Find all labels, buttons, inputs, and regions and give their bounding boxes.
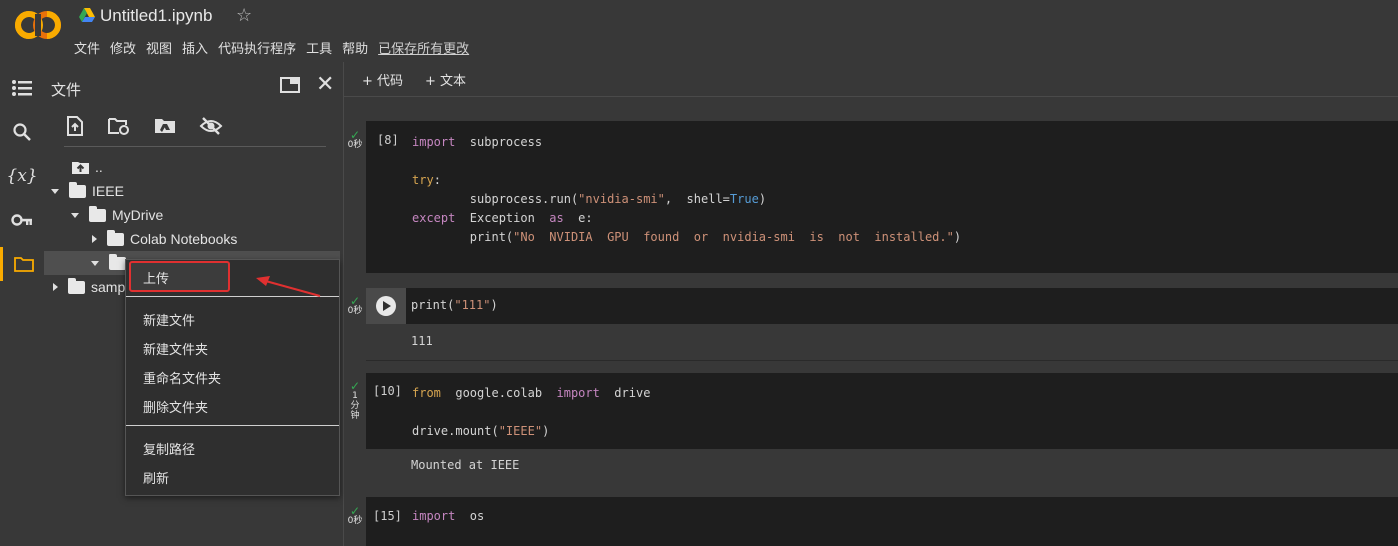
search-button[interactable] <box>0 115 44 149</box>
cell-output <box>366 324 1398 361</box>
colab-logo[interactable] <box>14 8 62 42</box>
menu-file[interactable]: 文件 <box>74 38 100 57</box>
output-text: 111 <box>411 334 433 348</box>
google-drive-icon <box>79 8 95 22</box>
folder-icon <box>89 205 106 222</box>
tree-label: samp <box>91 279 126 295</box>
folder-icon <box>69 181 86 198</box>
hide-files-icon[interactable] <box>199 116 223 136</box>
check-icon: ✓ <box>349 294 361 308</box>
expand-arrow-icon[interactable] <box>91 260 99 266</box>
close-icon[interactable]: ✕ <box>316 72 334 97</box>
cell-status: ✓ 0秒 <box>346 504 364 526</box>
files-button[interactable] <box>0 247 44 281</box>
run-cell-button[interactable] <box>366 288 406 324</box>
folder-icon <box>68 277 85 294</box>
menu-help[interactable]: 帮助 <box>342 38 368 57</box>
cell-prompt: [8] <box>377 133 399 147</box>
check-icon: ✓ <box>349 379 361 393</box>
cell-prompt: [15] <box>373 509 402 523</box>
folder-icon <box>109 253 126 270</box>
menu-item-rename-folder[interactable]: 重命名文件夹 <box>143 368 221 387</box>
toolbar-divider <box>344 96 1398 97</box>
upload-folder-icon <box>72 162 89 174</box>
tree-label: .. <box>95 159 103 175</box>
annotation-arrow <box>256 276 321 297</box>
search-icon <box>13 123 31 141</box>
tree-row-selected-content[interactable] <box>44 251 132 275</box>
exec-time: 0秒 <box>347 306 363 316</box>
menu-item-delete-folder[interactable]: 删除文件夹 <box>143 397 208 416</box>
cell-output <box>366 449 1398 485</box>
saved-status-link[interactable]: 已保存所有更改 <box>378 38 469 57</box>
tree-label: MyDrive <box>112 207 164 223</box>
tree-row-mydrive[interactable]: MyDrive <box>44 203 163 227</box>
check-icon: ✓ <box>349 128 361 142</box>
menu-item-new-folder[interactable]: 新建文件夹 <box>143 339 208 358</box>
star-icon[interactable]: ☆ <box>236 5 252 26</box>
cell-prompt: [10] <box>373 384 402 398</box>
code-cell[interactable] <box>366 288 1398 324</box>
menu-view[interactable]: 视图 <box>146 38 172 57</box>
output-text: Mounted at IEEE <box>411 458 520 472</box>
code-editor[interactable]: from google.colab import drive drive.mou… <box>412 384 650 441</box>
code-editor[interactable]: import os <box>412 509 484 523</box>
cell-status: ✓ 0秒 <box>346 294 364 316</box>
open-in-tab-icon[interactable] <box>280 77 300 93</box>
tree-row-parent[interactable]: .. <box>44 155 103 179</box>
check-icon: ✓ <box>349 504 361 518</box>
tree-label: IEEE <box>92 183 124 199</box>
folder-icon <box>107 229 124 246</box>
mount-drive-icon[interactable] <box>154 117 176 134</box>
code-editor[interactable]: import subprocess try: subprocess.run("n… <box>412 133 961 247</box>
code-editor[interactable]: print("111") <box>411 298 498 312</box>
play-icon <box>376 296 396 316</box>
expand-arrow-icon[interactable] <box>51 188 59 194</box>
menu-edit[interactable]: 修改 <box>110 38 136 57</box>
upload-file-icon[interactable] <box>66 116 84 136</box>
menu-item-new-file[interactable]: 新建文件 <box>143 310 195 329</box>
tree-row-ieee[interactable]: IEEE <box>44 179 124 203</box>
expand-arrow-icon[interactable] <box>71 212 79 218</box>
menu-item-upload[interactable]: 上传 <box>143 268 169 287</box>
collapse-arrow-icon[interactable] <box>92 235 97 243</box>
exec-time: 0秒 <box>347 516 363 526</box>
menu-divider <box>126 425 339 426</box>
menu-bar: 文件 修改 视图 插入 代码执行程序 工具 帮助 已保存所有更改 <box>74 38 479 57</box>
tree-row-colab-notebooks[interactable]: Colab Notebooks <box>44 227 237 251</box>
menu-runtime[interactable]: 代码执行程序 <box>218 38 296 57</box>
tree-row-sample[interactable]: samp <box>44 275 125 299</box>
collapse-arrow-icon[interactable] <box>53 283 58 291</box>
refresh-folder-icon[interactable] <box>108 117 130 135</box>
exec-time: 1分钟 <box>350 391 360 421</box>
key-icon <box>11 214 32 226</box>
menu-tools[interactable]: 工具 <box>306 38 332 57</box>
tree-label: Colab Notebooks <box>130 231 238 247</box>
variables-icon[interactable]: {𝑥} <box>0 159 44 193</box>
secrets-button[interactable] <box>0 203 44 237</box>
menu-item-refresh[interactable]: 刷新 <box>143 468 169 487</box>
folder-icon <box>13 257 34 272</box>
code-cell[interactable] <box>366 497 1398 546</box>
toc-button[interactable] <box>0 71 44 105</box>
cell-status: ✓ 1分钟 <box>346 379 364 421</box>
exec-time: 0秒 <box>347 140 363 150</box>
divider <box>64 146 326 147</box>
add-code-button[interactable]: + 代码 <box>362 70 403 89</box>
panel-title: 文件 <box>51 81 82 99</box>
list-icon <box>12 80 32 96</box>
menu-item-copy-path[interactable]: 复制路径 <box>143 439 195 458</box>
notebook-title[interactable]: Untitled1.ipynb <box>100 6 212 26</box>
cell-status: ✓ 0秒 <box>346 128 364 150</box>
menu-insert[interactable]: 插入 <box>182 38 208 57</box>
add-text-button[interactable]: + 文本 <box>425 70 466 89</box>
